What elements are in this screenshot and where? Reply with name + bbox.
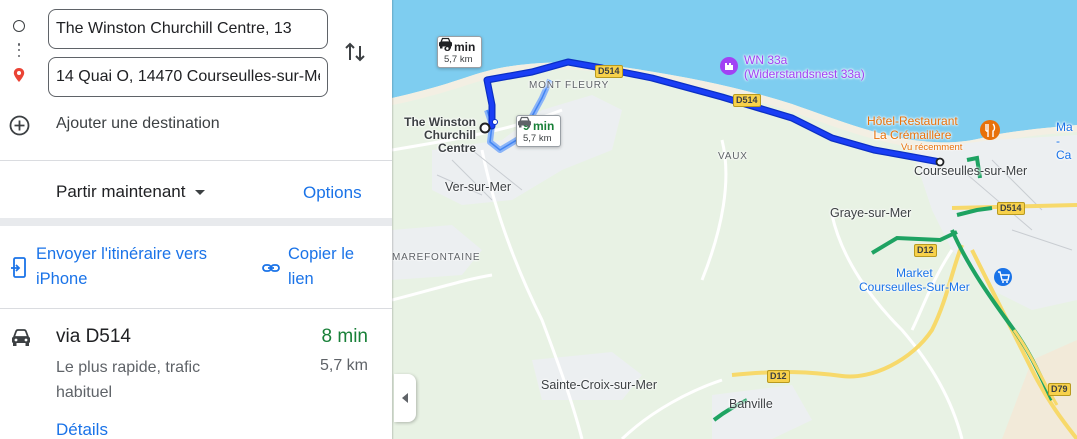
callout-distance: 5,7 km xyxy=(444,54,473,65)
poi-label-cut[interactable]: Ma - Ca xyxy=(1056,120,1077,162)
origin-place-label[interactable]: The Winston Churchill Centre xyxy=(392,116,476,155)
route-distance: 5,7 km xyxy=(319,357,368,374)
car-icon xyxy=(12,329,30,346)
road-shield-d79: D79 xyxy=(1048,383,1071,396)
route-description: Le plus rapide, trafic habituel xyxy=(56,359,201,401)
road-d12 xyxy=(731,244,964,379)
chevron-left-icon xyxy=(402,393,408,403)
route-name[interactable]: via D514 xyxy=(56,326,131,348)
swap-directions-icon[interactable] xyxy=(342,37,368,67)
poi-label-hotel[interactable]: Hôtel-Restaurant La Crémaillère xyxy=(867,114,958,142)
link-icon xyxy=(262,264,280,272)
market-pin-icon[interactable] xyxy=(994,268,1012,286)
map-graphics xyxy=(392,0,1077,439)
options-button[interactable]: Options xyxy=(303,183,362,203)
car-icon xyxy=(439,37,452,49)
route-callout-primary[interactable]: 8 min 5,7 km xyxy=(437,36,483,68)
divider xyxy=(0,308,392,309)
destination-input[interactable] xyxy=(48,57,328,97)
details-link[interactable]: Détails xyxy=(56,420,108,439)
road-shield-d514: D514 xyxy=(997,202,1025,215)
collapse-panel-button[interactable] xyxy=(394,374,416,422)
send-to-phone-icon xyxy=(11,257,26,278)
depart-time-dropdown[interactable]: Partir maintenant xyxy=(56,182,206,202)
directions-panel: Ajouter une destination Partir maintenan… xyxy=(0,0,392,439)
add-destination-link[interactable]: Ajouter une destination xyxy=(56,115,220,133)
vertical-dots-icon xyxy=(17,43,21,57)
road-shield-d12: D12 xyxy=(914,244,937,257)
road-shield-d514: D514 xyxy=(595,65,623,78)
destination-pin-icon xyxy=(13,68,25,82)
send-to-phone-link[interactable]: Envoyer l'itinéraire vers iPhone xyxy=(36,242,251,292)
wn33a-pin-icon[interactable] xyxy=(720,57,738,75)
callout-distance: 5,7 km xyxy=(523,133,552,144)
car-icon xyxy=(518,116,531,128)
hamlet-label-marefontaine: MAREFONTAINE xyxy=(392,252,481,263)
town-label-courseulles[interactable]: Courseulles-sur-Mer xyxy=(914,164,1027,178)
hamlet-label-vaux: VAUX xyxy=(718,151,748,162)
copy-link-button[interactable]: Copier le lien xyxy=(288,242,378,292)
route-duration: 8 min xyxy=(321,326,368,347)
caret-down-icon xyxy=(195,189,206,195)
road-shield-d514: D514 xyxy=(733,94,761,107)
route-callout-alternate[interactable]: 9 min 5,7 km xyxy=(516,115,562,147)
section-divider xyxy=(0,218,392,226)
road-shield-d12: D12 xyxy=(767,370,790,383)
poi-label-recently-viewed: Vu récemment xyxy=(901,142,963,153)
origin-marker[interactable] xyxy=(479,122,491,134)
town-label-sainte-croix[interactable]: Sainte-Croix-sur-Mer xyxy=(541,378,657,392)
map-canvas[interactable]: 8 min 5,7 km 9 min 5,7 km The Winston Ch… xyxy=(392,0,1077,439)
add-destination-icon[interactable] xyxy=(9,115,30,136)
town-label-banville[interactable]: Banville xyxy=(729,397,773,411)
hamlet-label-mont-fleury: MONT FLEURY xyxy=(529,80,610,91)
restaurant-pin-icon[interactable] xyxy=(980,120,1000,140)
divider xyxy=(0,160,392,161)
poi-label-market[interactable]: Market Courseulles-Sur-Mer xyxy=(859,266,970,294)
town-label-ver-sur-mer[interactable]: Ver-sur-Mer xyxy=(445,180,511,194)
depart-time-label: Partir maintenant xyxy=(56,182,186,201)
origin-circle-icon xyxy=(13,20,25,32)
town-label-graye-sur-mer[interactable]: Graye-sur-Mer xyxy=(830,206,911,220)
poi-label-wn33a[interactable]: WN 33a (Widerstandsnest 33a) xyxy=(744,53,865,81)
origin-input[interactable] xyxy=(48,9,328,49)
